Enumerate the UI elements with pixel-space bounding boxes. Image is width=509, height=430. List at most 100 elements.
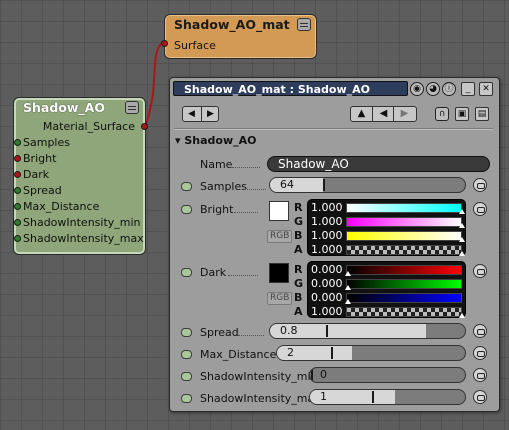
dark-channel-b[interactable]: B 0.000 xyxy=(294,291,465,305)
samples-port[interactable] xyxy=(14,139,21,146)
slider-handle[interactable] xyxy=(331,347,333,359)
slider-handle[interactable] xyxy=(322,179,325,191)
info-icon[interactable]: ⓘ xyxy=(442,82,456,96)
shadow-ao-mat-node[interactable]: Shadow_AO_mat Surface xyxy=(161,14,317,59)
surface-port-label: Surface xyxy=(174,39,216,52)
slider-handle[interactable] xyxy=(311,369,313,381)
dark-link-icon[interactable] xyxy=(473,264,487,278)
channel-marker xyxy=(345,299,351,304)
bright-channel-a[interactable]: A 1.000 xyxy=(294,243,465,257)
dark-channel-g[interactable]: G 0.000 xyxy=(294,277,465,291)
shadowintensity-max-slider[interactable]: 1 xyxy=(309,389,466,405)
dark-swatch[interactable] xyxy=(269,263,289,283)
shadow-ao-node[interactable]: Shadow_AO Material_Surface Samples Brigh… xyxy=(13,97,148,255)
shadowintensity-min-slider[interactable]: 0 xyxy=(309,367,466,383)
max-distance-connect-led[interactable] xyxy=(181,350,192,359)
channel-gradient xyxy=(346,265,462,275)
history-nav: ◀ ▶ xyxy=(182,106,219,122)
channel-letter: R xyxy=(294,263,303,276)
channel-marker xyxy=(459,209,465,214)
bright-link-icon[interactable] xyxy=(473,202,487,216)
connection-arrows: ▲ ◀ ▶ xyxy=(350,106,417,122)
max-distance-slider[interactable]: 2 xyxy=(276,345,466,361)
channel-gradient xyxy=(346,245,462,255)
pin-icon[interactable]: ∩ xyxy=(435,107,449,121)
dark-color-channels: R 0.000 G 0.000 B 0.000 A 1.000 xyxy=(294,261,466,319)
dark-port[interactable] xyxy=(14,171,21,178)
globe-icon[interactable]: ◕ xyxy=(426,82,440,96)
shadowintensity-min-connect-led[interactable] xyxy=(181,372,192,381)
slider-fill xyxy=(270,178,323,192)
spread-link-icon[interactable] xyxy=(473,324,487,338)
input-shadowintensity-min[interactable]: ShadowIntensity_min xyxy=(14,216,141,229)
surface-input-port[interactable] xyxy=(161,40,168,47)
bright-channel-b[interactable]: B 1.000 xyxy=(294,229,465,243)
shadowintensity-max-connect-led[interactable] xyxy=(181,394,192,403)
dark-channel-r[interactable]: R 0.000 xyxy=(294,263,465,277)
input-label: ShadowIntensity_min xyxy=(23,216,141,229)
bright-rgb-button[interactable]: RGB xyxy=(267,230,293,243)
input-spread[interactable]: Spread xyxy=(14,184,62,197)
divider xyxy=(174,128,493,130)
input-label: ShadowIntensity_max xyxy=(23,232,144,245)
max-distance-label: Max_Distance xyxy=(200,348,277,361)
left-arrow-icon[interactable]: ◀ xyxy=(372,107,394,121)
mat-node-menu-icon[interactable] xyxy=(297,18,311,31)
bright-channel-r[interactable]: R 1.000 xyxy=(294,201,465,215)
lock-icon[interactable]: ▣ xyxy=(455,107,469,121)
shadowintensity-min-port[interactable] xyxy=(14,219,21,226)
bright-channel-g[interactable]: G 1.000 xyxy=(294,215,465,229)
right-arrow-icon[interactable]: ▶ xyxy=(393,107,415,121)
samples-slider[interactable]: 64 xyxy=(269,177,466,193)
dark-connect-led[interactable] xyxy=(181,268,192,277)
input-label: Max_Distance xyxy=(23,200,100,213)
name-field[interactable]: Shadow_AO xyxy=(267,156,490,172)
input-bright[interactable]: Bright xyxy=(14,152,56,165)
spread-label: Spread xyxy=(200,326,239,339)
max-distance-value: 2 xyxy=(287,346,294,359)
settings-icon[interactable]: ▤ xyxy=(475,107,489,121)
slider-handle[interactable] xyxy=(372,391,374,403)
bright-port[interactable] xyxy=(14,155,21,162)
section-header[interactable]: ▾ Shadow_AO xyxy=(175,134,257,147)
chevron-right-icon[interactable]: ▶ xyxy=(201,107,219,121)
dark-channel-a[interactable]: A 1.000 xyxy=(294,305,465,319)
spread-port[interactable] xyxy=(14,187,21,194)
eye-icon[interactable]: ◉ xyxy=(410,82,424,96)
spread-value: 0.8 xyxy=(280,324,298,337)
spread-slider[interactable]: 0.8 xyxy=(269,323,466,339)
samples-connect-led[interactable] xyxy=(181,182,192,191)
input-samples[interactable]: Samples xyxy=(14,136,70,149)
node-graph-canvas[interactable]: Shadow_AO_mat Surface Shadow_AO Material… xyxy=(0,0,509,430)
bright-leader xyxy=(234,212,258,214)
minimize-icon[interactable]: _ xyxy=(461,82,475,96)
channel-letter: G xyxy=(294,215,304,228)
bright-label: Bright xyxy=(200,203,234,216)
channel-marker xyxy=(459,251,465,256)
bright-swatch[interactable] xyxy=(269,201,289,221)
spread-connect-led[interactable] xyxy=(181,328,192,337)
name-label: Name xyxy=(200,158,233,171)
ao-node-menu-icon[interactable] xyxy=(125,101,139,114)
material-surface-port-label: Material_Surface xyxy=(42,120,135,133)
samples-link-icon[interactable] xyxy=(473,178,487,192)
input-max-distance[interactable]: Max_Distance xyxy=(14,200,100,213)
channel-value: 1.000 xyxy=(311,215,343,228)
max-distance-link-icon[interactable] xyxy=(473,346,487,360)
close-icon[interactable]: ✕ xyxy=(479,82,493,96)
shadowintensity-max-link-icon[interactable] xyxy=(473,390,487,404)
panel-title[interactable]: Shadow_AO_mat : Shadow_AO xyxy=(173,81,408,96)
bright-connect-led[interactable] xyxy=(181,205,192,214)
shadowintensity-min-link-icon[interactable] xyxy=(473,368,487,382)
up-arrow-icon[interactable]: ▲ xyxy=(351,107,372,121)
shadowintensity-max-port[interactable] xyxy=(14,235,21,242)
channel-value: 1.000 xyxy=(311,229,343,242)
max-distance-port[interactable] xyxy=(14,203,21,210)
material-surface-output-port[interactable] xyxy=(141,123,148,130)
slider-handle[interactable] xyxy=(326,325,328,337)
channel-letter: G xyxy=(294,277,304,290)
chevron-left-icon[interactable]: ◀ xyxy=(183,107,200,121)
input-shadowintensity-max[interactable]: ShadowIntensity_max xyxy=(14,232,144,245)
input-dark[interactable]: Dark xyxy=(14,168,49,181)
dark-rgb-button[interactable]: RGB xyxy=(267,292,293,305)
